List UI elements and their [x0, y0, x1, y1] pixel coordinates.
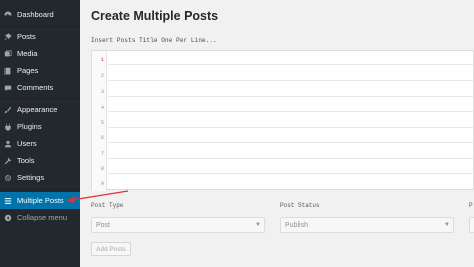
sidebar-item-label: Appearance — [17, 105, 58, 114]
editor-line — [108, 80, 474, 81]
settings-icon — [4, 174, 12, 182]
line-number: 3 — [100, 88, 104, 95]
menu-separator — [0, 189, 80, 190]
appearance-icon — [4, 106, 12, 114]
editor-line — [108, 111, 474, 112]
editor-line — [108, 173, 474, 174]
page-title: Create Multiple Posts — [91, 9, 219, 23]
post-type-label: Post Type — [91, 202, 124, 209]
editor-line — [108, 127, 474, 128]
sidebar-item-label: Media — [17, 49, 38, 58]
post-status-select[interactable]: Publish ▼ — [280, 217, 454, 233]
pin-icon — [4, 32, 12, 41]
sidebar-item-label: Comments — [17, 83, 54, 92]
media-icon — [4, 49, 12, 58]
editor-line — [108, 64, 474, 65]
sidebar-item-label: Collapse menu — [17, 213, 68, 222]
line-number: 9 — [100, 180, 104, 187]
editor-instructions: Insert Posts Title One Per Line... — [91, 37, 217, 44]
line-number: 4 — [100, 104, 104, 111]
add-posts-button[interactable]: Add Posts — [91, 242, 131, 256]
menu-separator — [0, 26, 80, 27]
sidebar-item-users[interactable]: Users — [0, 135, 80, 152]
sidebar-item-settings[interactable]: Settings — [0, 169, 80, 186]
line-number: 2 — [100, 72, 104, 79]
collapse-menu-button[interactable]: Collapse menu — [0, 209, 80, 226]
tools-icon — [4, 157, 12, 165]
post-status-value: Publish — [285, 221, 308, 229]
users-icon — [4, 140, 12, 148]
menu-separator — [0, 98, 80, 99]
line-number: 5 — [100, 119, 104, 126]
line-number: 6 — [100, 134, 104, 141]
sidebar-item-label: Multiple Posts — [17, 196, 64, 205]
line-number: 7 — [100, 150, 104, 157]
line-number: 8 — [100, 165, 104, 172]
third-field-select[interactable] — [469, 217, 474, 233]
line-number: 1 — [100, 56, 104, 63]
post-titles-editor[interactable]: 1 2 3 4 5 6 7 8 9 — [91, 50, 474, 191]
sidebar-item-tools[interactable]: Tools — [0, 152, 80, 169]
chevron-down-icon: ▼ — [255, 222, 261, 228]
sidebar-item-dashboard[interactable]: Dashboard — [0, 6, 80, 23]
sidebar-item-appearance[interactable]: Appearance — [0, 101, 80, 118]
post-type-select[interactable]: Post ▼ — [91, 217, 265, 233]
sidebar-item-label: Posts — [17, 32, 36, 41]
sidebar-item-label: Settings — [17, 173, 45, 182]
admin-sidebar: Dashboard Posts Media Pages Comments App… — [0, 0, 80, 267]
pages-icon — [4, 67, 12, 75]
sidebar-item-posts[interactable]: Posts — [0, 28, 80, 45]
sidebar-item-media[interactable]: Media — [0, 45, 80, 62]
sidebar-item-label: Tools — [17, 156, 35, 165]
line-number-gutter: 1 2 3 4 5 6 7 8 9 — [92, 51, 107, 191]
editor-line — [108, 142, 474, 143]
post-status-label: Post Status — [280, 202, 320, 209]
sidebar-item-label: Dashboard — [17, 10, 54, 19]
chevron-down-icon: ▼ — [444, 222, 450, 228]
editor-line — [108, 96, 474, 97]
comments-icon — [4, 84, 12, 92]
sidebar-item-plugins[interactable]: Plugins — [0, 118, 80, 135]
list-icon — [4, 197, 12, 205]
sidebar-item-label: Users — [17, 139, 37, 148]
post-type-value: Post — [96, 221, 111, 229]
sidebar-item-label: Pages — [17, 66, 39, 75]
editor-line — [108, 158, 474, 159]
sidebar-item-comments[interactable]: Comments — [0, 79, 80, 96]
sidebar-item-multiple-posts[interactable]: Multiple Posts — [0, 192, 80, 209]
dashboard-icon — [4, 10, 12, 19]
main-content: Create Multiple Posts Insert Posts Title… — [80, 0, 474, 267]
collapse-icon — [4, 214, 12, 222]
sidebar-item-pages[interactable]: Pages — [0, 62, 80, 79]
third-field-label: P — [469, 202, 473, 209]
plugins-icon — [4, 123, 12, 131]
sidebar-item-label: Plugins — [17, 122, 42, 131]
